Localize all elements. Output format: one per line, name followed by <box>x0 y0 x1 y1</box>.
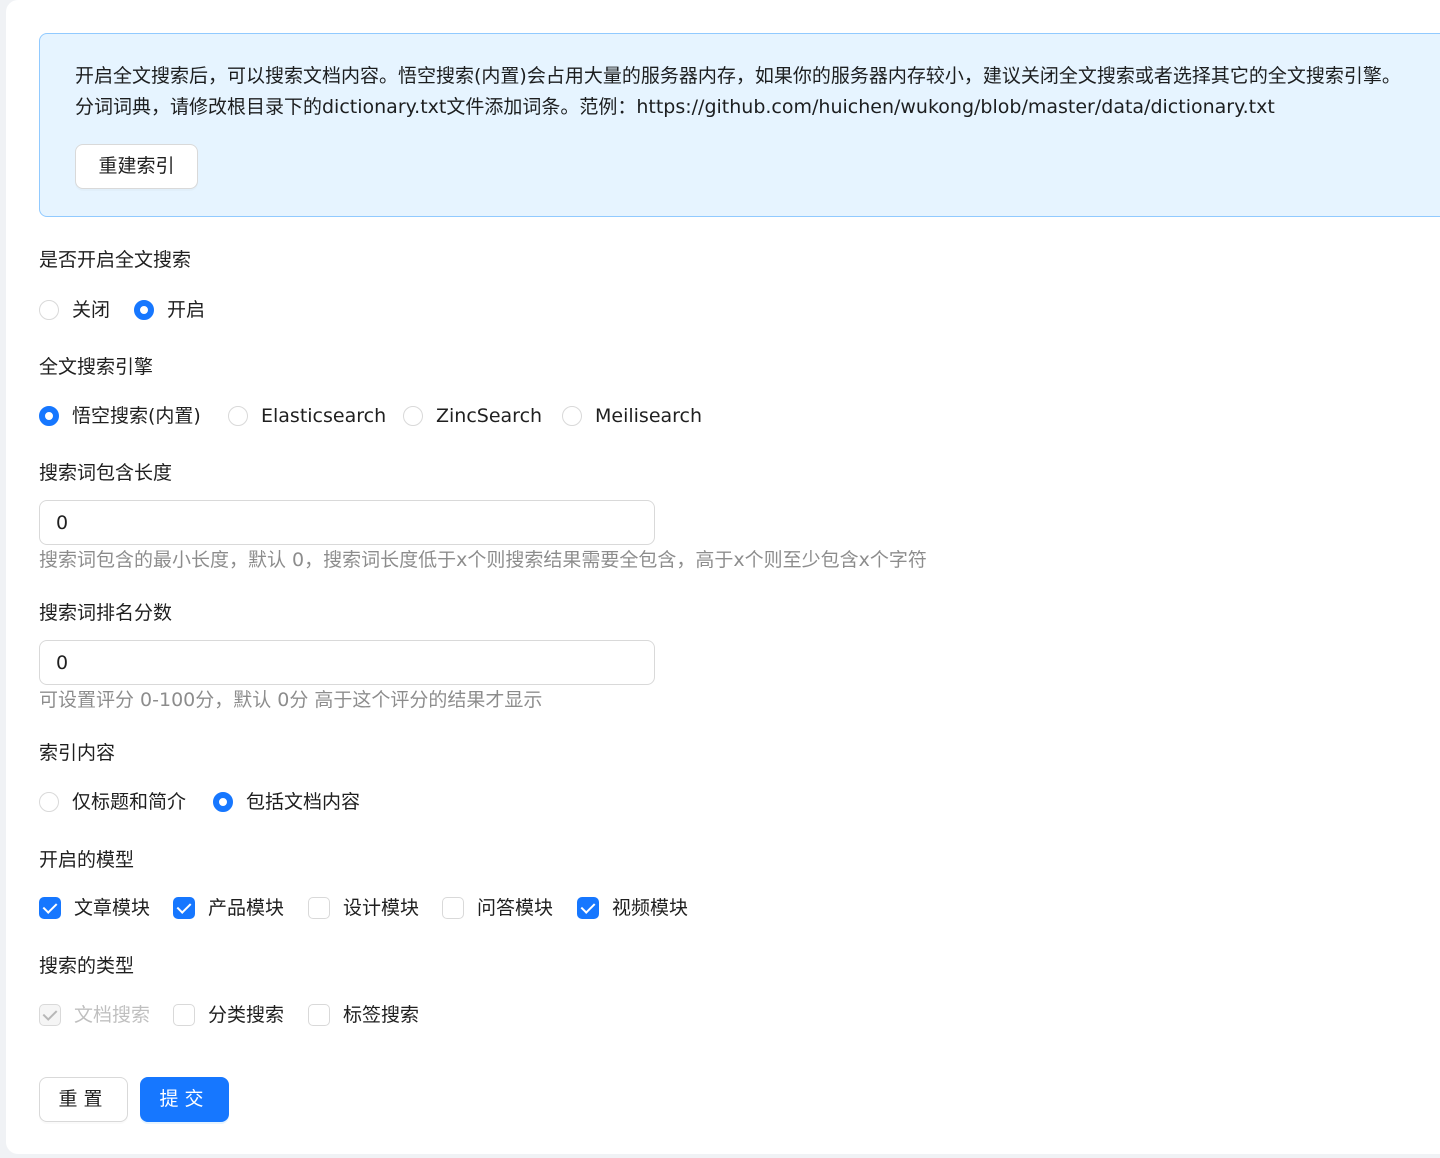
radio-label: 开启 <box>167 299 206 321</box>
radio-icon <box>213 792 233 812</box>
min-length-label: 搜索词包含长度 <box>39 462 173 484</box>
enable-search-label: 是否开启全文搜索 <box>39 249 192 271</box>
reset-button[interactable]: 重置 <box>39 1077 128 1122</box>
engine-meilisearch-radio[interactable]: Meilisearch <box>562 404 702 428</box>
index-title-only-radio[interactable]: 仅标题和简介 <box>39 790 186 814</box>
radio-icon <box>228 406 248 426</box>
checkbox-label: 设计模块 <box>343 897 420 919</box>
radio-label: 包括文档内容 <box>246 791 361 813</box>
checkbox-label: 文档搜索 <box>74 1004 151 1026</box>
models-label: 开启的模型 <box>39 849 135 871</box>
model-video-checkbox[interactable]: 视频模块 <box>577 896 688 920</box>
enable-search-off-radio[interactable]: 关闭 <box>39 298 110 322</box>
radio-icon <box>39 406 59 426</box>
min-score-help: 可设置评分 0-100分，默认 0分 高于这个评分的结果才显示 <box>39 689 543 711</box>
min-score-input[interactable] <box>39 640 655 685</box>
min-length-help: 搜索词包含的最小长度，默认 0，搜索词长度低于x个则搜索结果需要全包含，高于x个… <box>39 549 927 571</box>
checkbox-label: 标签搜索 <box>343 1004 420 1026</box>
checkbox-icon <box>577 897 599 919</box>
radio-icon <box>39 300 59 320</box>
info-alert: 开启全文搜索后，可以搜索文档内容。悟空搜索(内置)会占用大量的服务器内存，如果你… <box>39 33 1440 217</box>
alert-line-2: 分词词典，请修改根目录下的dictionary.txt文件添加词条。范例：htt… <box>75 96 1275 118</box>
checkbox-label: 视频模块 <box>612 897 689 919</box>
engine-label: 全文搜索引擎 <box>39 356 154 378</box>
index-content-label: 索引内容 <box>39 742 116 764</box>
model-article-checkbox[interactable]: 文章模块 <box>39 896 150 920</box>
checkbox-label: 分类搜索 <box>208 1004 285 1026</box>
search-type-category-checkbox[interactable]: 分类搜索 <box>173 1003 284 1027</box>
settings-panel: 开启全文搜索后，可以搜索文档内容。悟空搜索(内置)会占用大量的服务器内存，如果你… <box>6 0 1440 1154</box>
checkbox-icon <box>442 897 464 919</box>
checkbox-icon <box>39 897 61 919</box>
radio-label: ZincSearch <box>436 405 543 427</box>
radio-icon <box>403 406 423 426</box>
index-full-content-radio[interactable]: 包括文档内容 <box>213 790 360 814</box>
checkbox-icon <box>308 1004 330 1026</box>
engine-wukong-radio[interactable]: 悟空搜索(内置) <box>39 404 201 428</box>
radio-icon <box>562 406 582 426</box>
checkbox-label: 问答模块 <box>477 897 554 919</box>
min-length-input[interactable] <box>39 500 655 545</box>
radio-icon <box>39 792 59 812</box>
radio-label: Meilisearch <box>595 405 703 427</box>
alert-line-1: 开启全文搜索后，可以搜索文档内容。悟空搜索(内置)会占用大量的服务器内存，如果你… <box>75 65 1401 87</box>
search-types-label: 搜索的类型 <box>39 955 135 977</box>
min-score-label: 搜索词排名分数 <box>39 602 173 624</box>
engine-elasticsearch-radio[interactable]: Elasticsearch <box>228 404 386 428</box>
model-qa-checkbox[interactable]: 问答模块 <box>442 896 553 920</box>
radio-label: 悟空搜索(内置) <box>72 405 201 427</box>
search-type-document-checkbox: 文档搜索 <box>39 1003 150 1027</box>
checkbox-icon <box>173 1004 195 1026</box>
alert-message: 开启全文搜索后，可以搜索文档内容。悟空搜索(内置)会占用大量的服务器内存，如果你… <box>75 61 1440 123</box>
search-type-tag-checkbox[interactable]: 标签搜索 <box>308 1003 419 1027</box>
enable-search-on-radio[interactable]: 开启 <box>134 298 205 322</box>
rebuild-index-button[interactable]: 重建索引 <box>75 144 198 189</box>
radio-label: 关闭 <box>72 299 111 321</box>
checkbox-label: 文章模块 <box>74 897 151 919</box>
engine-zincsearch-radio[interactable]: ZincSearch <box>403 404 542 428</box>
model-design-checkbox[interactable]: 设计模块 <box>308 896 419 920</box>
radio-label: Elasticsearch <box>261 405 387 427</box>
checkbox-icon <box>39 1004 61 1026</box>
radio-icon <box>134 300 154 320</box>
checkbox-icon <box>308 897 330 919</box>
checkbox-icon <box>173 897 195 919</box>
checkbox-label: 产品模块 <box>208 897 285 919</box>
radio-label: 仅标题和简介 <box>72 791 187 813</box>
model-product-checkbox[interactable]: 产品模块 <box>173 896 284 920</box>
submit-button[interactable]: 提交 <box>140 1077 229 1122</box>
